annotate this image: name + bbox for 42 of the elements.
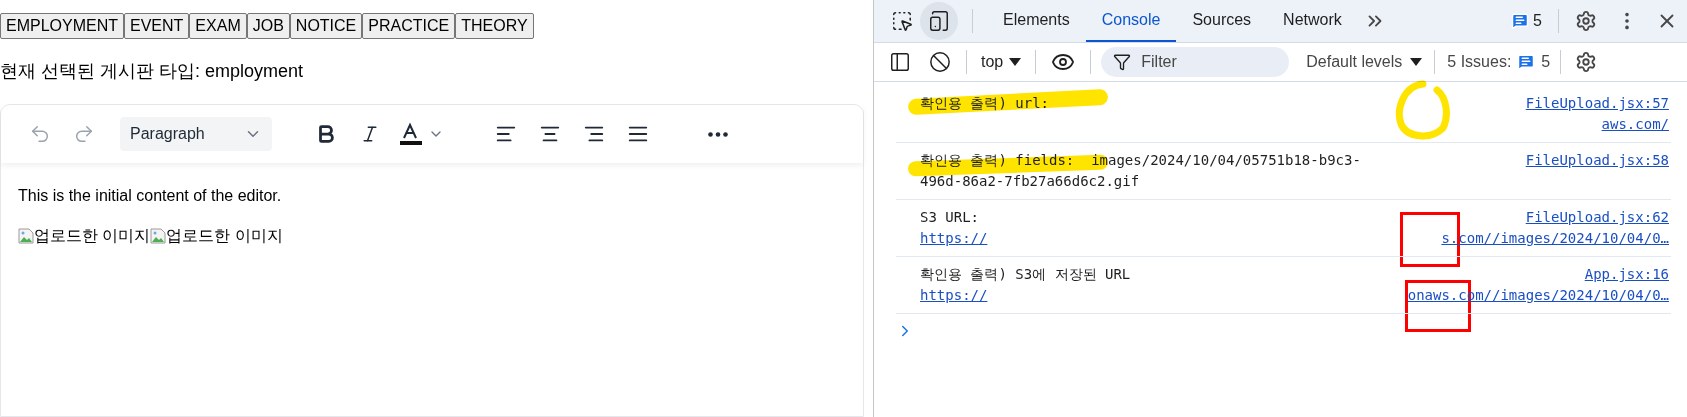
text-color-icon [398,122,422,146]
source-link[interactable]: FileUpload.jsx:58 [1525,150,1669,192]
url-link[interactable]: https:// [920,285,988,306]
redo-arrow-icon [73,123,95,145]
console-message: S3 URL: [920,208,979,227]
source-link[interactable]: FileUpload.jsx:62 [1525,207,1669,228]
url-link[interactable]: https:// [920,228,988,249]
image-alt-text: 업로드한 이미지 [34,226,151,246]
board-type-button[interactable]: EMPLOYMENT [0,13,124,39]
devtools-tab[interactable]: Console [1085,0,1177,42]
filter-field[interactable]: Filter [1101,47,1290,77]
board-type-button[interactable]: NOTICE [289,13,363,39]
italic-icon [360,124,380,144]
block-style-select[interactable]: Paragraph [120,117,272,151]
source-link[interactable]: App.jsx:16 [1584,264,1669,285]
log-levels-select[interactable]: Default levels [1306,50,1423,74]
device-toolbar-icon[interactable] [920,2,958,40]
board-type-button[interactable]: THEORY [455,13,534,39]
broken-image-icon [150,228,167,244]
filter-icon [1113,53,1132,71]
board-type-button[interactable]: EVENT [124,13,190,39]
url-link[interactable]: aws.com/ [1601,114,1669,135]
undo-arrow-icon [29,123,51,145]
message-icon [1511,12,1530,30]
message-icon [1517,53,1536,71]
image-alt-text: 업로드한 이미지 [166,226,283,246]
board-type-button[interactable]: JOB [246,13,290,39]
devtools-tab[interactable]: Elements [987,0,1086,42]
current-board-type: 현재 선택된 게시판 타입: employment [0,60,305,83]
editor-paragraph: This is the initial content of the editor. [18,186,283,206]
console-message: 확인용 출력) S3에 저장된 URL [920,265,1131,284]
source-link[interactable]: FileUpload.jsx:57 [1525,93,1669,114]
board-type-button[interactable]: PRACTICE [362,13,456,39]
more-horizontal-icon [708,131,728,137]
console-message: 확인용 출력) url: [920,94,1049,113]
context-select[interactable]: top [977,50,1026,74]
issues-button[interactable]: 5 Issues: 5 [1447,50,1551,74]
messages-badge[interactable]: 5 [1507,9,1546,33]
board-type-button[interactable]: EXAM [189,13,247,39]
devtools-tab[interactable]: Network [1267,0,1358,42]
devtools-tab[interactable]: Sources [1176,0,1268,42]
broken-image-icon [18,228,34,244]
